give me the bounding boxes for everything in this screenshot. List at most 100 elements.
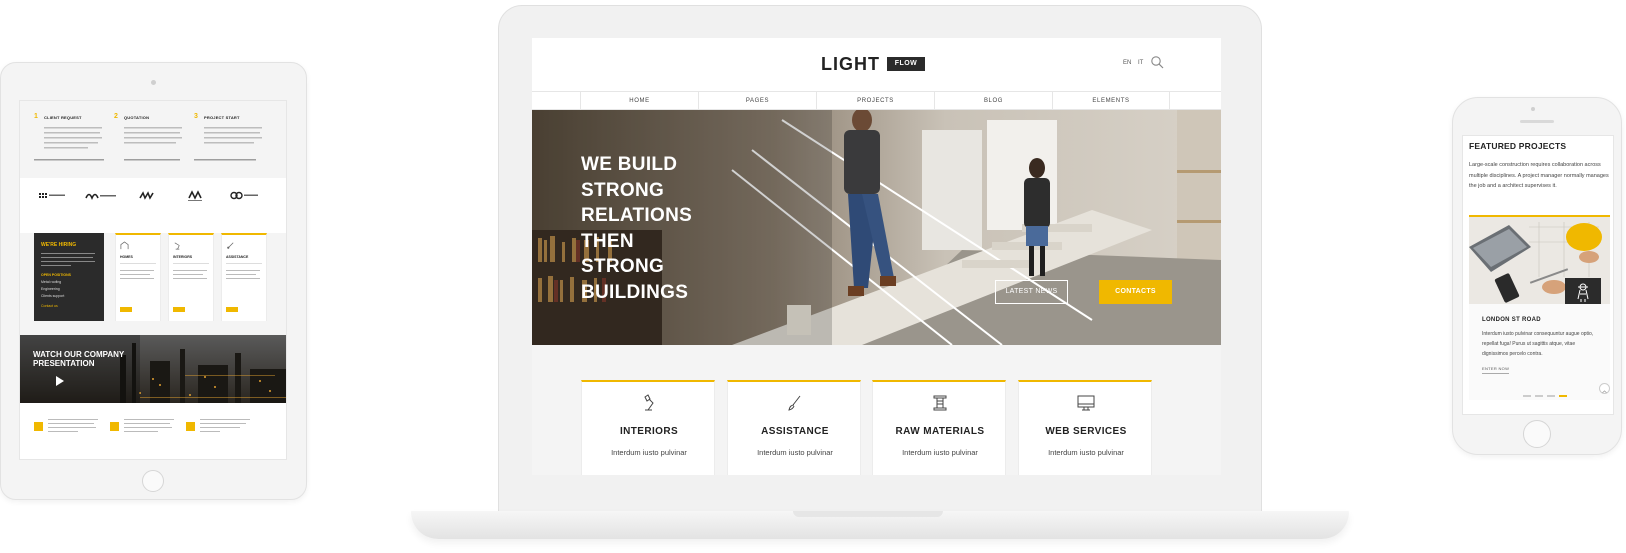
language-en[interactable]: EN <box>1123 60 1131 66</box>
project-text: Interdum iusto pulvinar consequuntur aug… <box>1482 331 1594 357</box>
language-it[interactable]: IT <box>1138 60 1143 66</box>
nav-pages[interactable]: PAGES <box>698 92 816 110</box>
hiring-item[interactable]: Metal roofing <box>41 280 61 284</box>
service-card-assistance[interactable]: ASSISTANCE Interdum iusto pulvinar <box>727 380 861 475</box>
hiring-item[interactable]: Engineering <box>41 287 60 291</box>
device-mockup-stage: 1 CLIENT REQUEST 2 QUOTATION 3 PROJECT S… <box>0 0 1626 553</box>
laptop-opening-notch <box>793 511 943 517</box>
hero-line: STRONG <box>581 179 665 201</box>
laptop-device: LIGHT FLOW EN IT HOME PAGES PROJECTS BLO… <box>498 5 1262 517</box>
phone-camera <box>1531 107 1535 111</box>
text-line <box>226 278 260 279</box>
text-line <box>173 270 207 271</box>
play-icon[interactable] <box>53 375 65 387</box>
phone-speaker <box>1520 120 1554 123</box>
hiring-label: OPEN POSITIONS <box>41 273 71 277</box>
phone-screen: FEATURED PROJECTS Large-scale constructi… <box>1462 135 1614 415</box>
service-title: WEB SERVICES <box>1045 426 1127 437</box>
card-read-more-button[interactable] <box>120 307 132 312</box>
text-line <box>120 278 154 279</box>
main-navigation: HOME PAGES PROJECTS BLOG ELEMENTS <box>532 91 1221 110</box>
worker-icon <box>1577 283 1589 302</box>
phone-device: FEATURED PROJECTS Large-scale constructi… <box>1452 97 1622 455</box>
features-row <box>20 403 286 459</box>
slider-dot[interactable] <box>1523 395 1531 397</box>
hiring-card: WE'RE HIRING OPEN POSITIONS Metal roofin… <box>34 233 104 321</box>
hiring-text-lines <box>41 253 95 266</box>
lamp-icon <box>174 242 180 250</box>
hero-line: RELATIONS <box>581 205 693 226</box>
slider-dot[interactable] <box>1535 395 1543 397</box>
hiring-item[interactable]: Clients support <box>41 294 64 298</box>
slider-dot-active[interactable] <box>1559 395 1567 397</box>
nav-blog[interactable]: BLOG <box>934 92 1052 110</box>
search-icon[interactable] <box>1150 55 1164 69</box>
tablet-service-card[interactable]: ASSISTANCE <box>221 233 267 321</box>
slider-dots <box>1523 395 1583 397</box>
hero-headline: WE BUILD STRONG RELATIONS THEN STRONG BU… <box>581 152 761 305</box>
service-text: Interdum iusto pulvinar <box>1048 448 1124 457</box>
site-header: LIGHT FLOW EN IT <box>532 38 1221 91</box>
process-steps: 1 CLIENT REQUEST 2 QUOTATION 3 PROJECT S… <box>20 101 286 178</box>
hiring-title: WE'RE HIRING <box>41 242 77 248</box>
company-video-banner[interactable]: WATCH OUR COMPANY PRESENTATION <box>20 335 286 403</box>
nav-elements[interactable]: ELEMENTS <box>1052 92 1170 110</box>
service-card-raw-materials[interactable]: RAW MATERIALS Interdum iusto pulvinar <box>872 380 1006 475</box>
step-text-lines <box>34 127 262 161</box>
partner-logos <box>20 178 286 233</box>
hero-line: STRONG <box>581 256 665 277</box>
laptop-screen: LIGHT FLOW EN IT HOME PAGES PROJECTS BLO… <box>532 38 1221 475</box>
service-text: Interdum iusto pulvinar <box>902 448 978 457</box>
divider <box>120 263 156 264</box>
brush-icon <box>227 242 234 249</box>
feature-text-lines <box>48 419 250 432</box>
card-read-more-button[interactable] <box>173 307 185 312</box>
hiring-contact-link[interactable]: Contact us <box>41 304 58 308</box>
divider <box>173 263 209 264</box>
tablet-home-button[interactable] <box>142 470 164 492</box>
featured-projects-title: FEATURED PROJECTS <box>1469 141 1567 151</box>
card-read-more-button[interactable] <box>226 307 238 312</box>
service-title: ASSISTANCE <box>761 426 829 437</box>
text-line <box>173 274 203 275</box>
tablet-card-title: ASSISTANCE <box>226 255 249 259</box>
tablet-card-title: HOMES <box>120 255 133 259</box>
industrial-night-photo <box>20 335 286 403</box>
project-image[interactable] <box>1469 215 1610 304</box>
hero-line: WE BUILD <box>581 154 678 175</box>
featured-projects-text: Large-scale construction requires collab… <box>1469 162 1609 190</box>
tablet-service-card[interactable]: HOMES <box>115 233 161 321</box>
contacts-button[interactable]: CONTACTS <box>1099 280 1172 304</box>
text-line <box>226 274 256 275</box>
logo-tag[interactable]: FLOW <box>887 57 925 71</box>
service-card-web-services[interactable]: WEB SERVICES Interdum iusto pulvinar <box>1018 380 1152 475</box>
scroll-up-button[interactable] <box>1599 383 1610 394</box>
hero-slider: WE BUILD STRONG RELATIONS THEN STRONG BU… <box>532 110 1221 345</box>
tablet-service-card[interactable]: INTERIORS <box>168 233 214 321</box>
monitor-icon <box>1077 395 1095 411</box>
service-title: RAW MATERIALS <box>895 426 985 437</box>
service-card-interiors[interactable]: INTERIORS Interdum iusto pulvinar <box>581 380 715 475</box>
slider-dot[interactable] <box>1547 395 1555 397</box>
service-title: INTERIORS <box>619 426 679 437</box>
enter-now-link[interactable]: ENTER NOW <box>1482 366 1510 374</box>
phone-home-button[interactable] <box>1523 420 1551 448</box>
partner-logo-strip <box>39 190 258 201</box>
latest-news-button[interactable]: LATEST NEWS <box>995 280 1068 304</box>
services-section: INTERIORS Interdum iusto pulvinar ASSIST… <box>532 345 1221 475</box>
nav-projects[interactable]: PROJECTS <box>816 92 934 110</box>
lamp-icon <box>644 394 654 411</box>
tablet-camera <box>151 80 156 85</box>
text-line <box>173 278 207 279</box>
project-title: LONDON ST ROAD <box>1482 317 1541 323</box>
video-title: WATCH OUR COMPANY PRESENTATION <box>33 350 125 368</box>
home-icon <box>120 241 129 250</box>
logo-wordmark[interactable]: LIGHT <box>821 54 880 75</box>
hero-line: BUILDINGS <box>581 281 689 303</box>
nav-home[interactable]: HOME <box>580 92 698 110</box>
text-line <box>120 270 154 271</box>
chevron-up-icon <box>1602 390 1607 394</box>
tablet-device: 1 CLIENT REQUEST 2 QUOTATION 3 PROJECT S… <box>0 62 307 500</box>
service-text: Interdum iusto pulvinar <box>757 448 833 457</box>
spool-icon <box>933 395 947 411</box>
